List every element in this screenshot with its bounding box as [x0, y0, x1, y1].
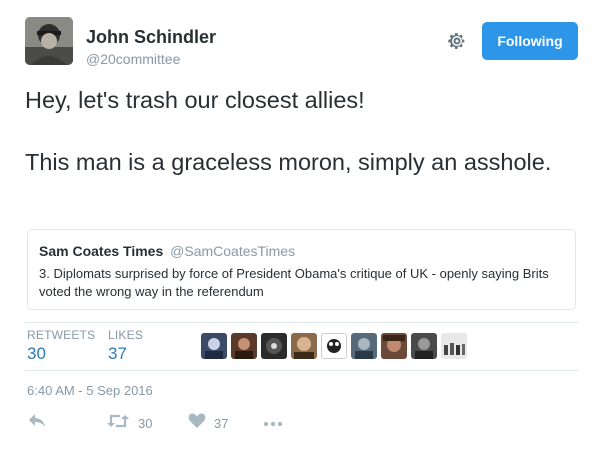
- quoted-tweet[interactable]: Sam Coates Times @SamCoatesTimes 3. Dipl…: [27, 229, 576, 310]
- retweets-stat[interactable]: RETWEETS 30: [27, 328, 95, 364]
- tweet-text-line2: This man is a graceless moron, simply an…: [25, 149, 552, 175]
- gear-icon[interactable]: [447, 31, 467, 51]
- like-count: 37: [214, 415, 229, 431]
- action-bar: 30 37: [0, 413, 600, 435]
- liker-avatar[interactable]: [411, 333, 437, 359]
- tweet-timestamp[interactable]: 6:40 AM - 5 Sep 2016: [27, 383, 153, 398]
- quoted-tweet-name: Sam Coates Times: [39, 243, 164, 259]
- quoted-tweet-text: 3. Diplomats surprised by force of Presi…: [39, 266, 549, 299]
- author-name[interactable]: John Schindler: [86, 27, 216, 48]
- more-button[interactable]: [263, 413, 283, 433]
- more-icon: [263, 414, 283, 432]
- tweet-text-line1: Hey, let's trash our closest allies!: [25, 87, 365, 113]
- liker-avatar[interactable]: [321, 333, 347, 359]
- liker-avatar[interactable]: [291, 333, 317, 359]
- divider-top: [25, 322, 578, 323]
- tweet-card: John Schindler @20committee Following He…: [0, 0, 600, 450]
- retweets-count: 30: [27, 344, 46, 363]
- like-button[interactable]: 37: [188, 413, 228, 433]
- liker-avatar[interactable]: [261, 333, 287, 359]
- retweets-label: RETWEETS: [27, 328, 96, 342]
- tweet-text: Hey, let's trash our closest allies! Thi…: [25, 85, 580, 178]
- author-handle[interactable]: @20committee: [86, 51, 180, 67]
- reply-icon: [27, 412, 47, 435]
- divider-bottom: [25, 370, 578, 371]
- liker-avatar[interactable]: [441, 333, 467, 359]
- quoted-tweet-author: Sam Coates Times @SamCoatesTimes: [39, 243, 295, 259]
- retweet-button[interactable]: 30: [106, 413, 152, 433]
- likes-stat[interactable]: LIKES 37: [108, 328, 143, 364]
- liker-avatar[interactable]: [351, 333, 377, 359]
- retweet-count: 30: [138, 415, 153, 431]
- likes-label: LIKES: [108, 328, 144, 342]
- liker-avatar[interactable]: [201, 333, 227, 359]
- liker-avatar[interactable]: [231, 333, 257, 359]
- author-avatar[interactable]: [25, 17, 73, 65]
- avatar-image: [25, 17, 73, 65]
- likes-count: 37: [108, 344, 127, 363]
- heart-icon: [188, 412, 206, 434]
- following-button[interactable]: Following: [482, 22, 578, 60]
- retweet-icon: [106, 412, 130, 435]
- quoted-tweet-handle: @SamCoatesTimes: [170, 243, 296, 259]
- liker-avatar[interactable]: [381, 333, 407, 359]
- reply-button[interactable]: [27, 413, 47, 433]
